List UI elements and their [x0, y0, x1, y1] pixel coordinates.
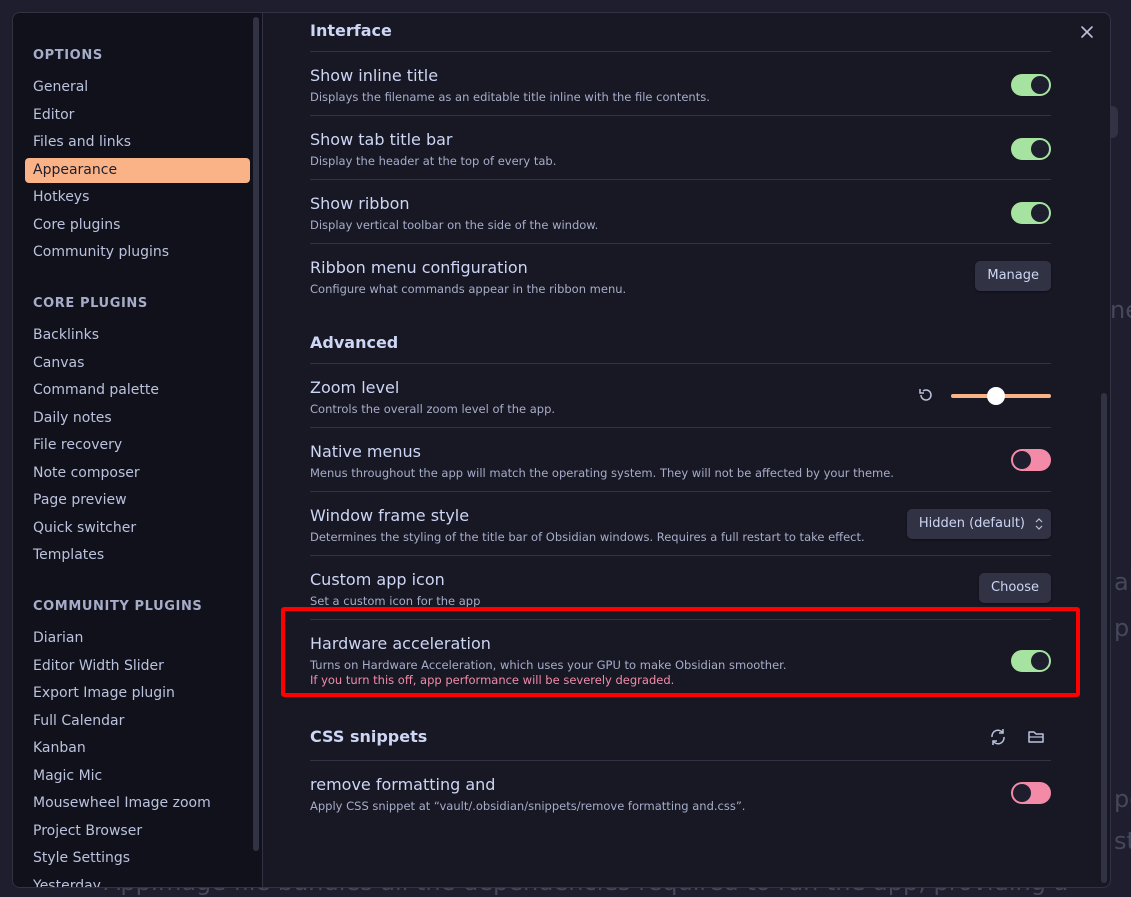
sidebar-item-editor-width-slider[interactable]: Editor Width Slider — [25, 654, 250, 679]
settings-content: Interface Show inline title Displays the… — [263, 13, 1110, 887]
sidebar-item-appearance[interactable]: Appearance — [25, 157, 250, 183]
toggle-knob — [1013, 451, 1031, 469]
setting-native-menus: Native menus Menus throughout the app wi… — [310, 427, 1051, 491]
close-icon[interactable] — [1076, 21, 1098, 43]
setting-show-ribbon: Show ribbon Display vertical toolbar on … — [310, 179, 1051, 243]
css-snippets-heading: CSS snippets — [310, 727, 428, 746]
community-plugins-group: COMMUNITY PLUGINS Diarian Editor Width S… — [25, 598, 250, 887]
toggle-knob — [1031, 140, 1049, 158]
setting-name: Native menus — [310, 442, 421, 461]
setting-description: Display the header at the top of every t… — [310, 154, 557, 168]
advanced-heading: Advanced — [310, 333, 399, 352]
sidebar-item-canvas[interactable]: Canvas — [25, 351, 250, 376]
zoom-slider[interactable] — [951, 387, 1051, 405]
core-plugins-group: CORE PLUGINS Backlinks Canvas Command pa… — [25, 295, 250, 568]
toggle-knob — [1031, 204, 1049, 222]
background-text: ak — [1114, 568, 1131, 596]
setting-name: remove formatting and — [310, 775, 496, 794]
setting-inline-title: Show inline title Displays the filename … — [310, 51, 1051, 115]
sidebar-item-daily-notes[interactable]: Daily notes — [25, 406, 250, 431]
sidebar-item-core-plugins[interactable]: Core plugins — [25, 213, 250, 238]
chevron-updown-icon — [1035, 509, 1043, 551]
folder-icon[interactable] — [1026, 727, 1046, 747]
show-ribbon-toggle[interactable] — [1011, 202, 1051, 224]
sidebar-item-general[interactable]: General — [25, 75, 250, 100]
background-text: pu — [1114, 614, 1131, 642]
sidebar-item-magic-mic[interactable]: Magic Mic — [25, 764, 250, 789]
choose-button[interactable]: Choose — [979, 573, 1051, 603]
css-snippet-toggle[interactable] — [1011, 782, 1051, 804]
setting-description: Apply CSS snippet at “vault/.obsidian/sn… — [310, 799, 746, 813]
sidebar-item-quick-switcher[interactable]: Quick switcher — [25, 516, 250, 541]
setting-description: Displays the filename as an editable tit… — [310, 90, 710, 104]
setting-description: Menus throughout the app will match the … — [310, 466, 894, 480]
options-header: OPTIONS — [33, 48, 103, 63]
reload-icon[interactable] — [988, 727, 1008, 747]
reset-icon[interactable] — [917, 386, 935, 404]
setting-description: Determines the styling of the title bar … — [310, 530, 865, 544]
settings-modal: OPTIONS General Editor Files and links A… — [12, 12, 1111, 888]
settings-sidebar: OPTIONS General Editor Files and links A… — [13, 13, 262, 887]
setting-name: Ribbon menu configuration — [310, 258, 528, 277]
sidebar-item-files-and-links[interactable]: Files and links — [25, 130, 250, 155]
setting-description: Display vertical toolbar on the side of … — [310, 218, 599, 232]
native-menus-toggle[interactable] — [1011, 449, 1051, 471]
sidebar-item-export-image-plugin[interactable]: Export Image plugin — [25, 681, 250, 706]
window-frame-select[interactable]: Hidden (default) — [906, 509, 1051, 539]
sidebar-scrollbar[interactable] — [253, 17, 259, 851]
selected-value: Hidden (default) — [918, 516, 1025, 531]
sidebar-item-hotkeys[interactable]: Hotkeys — [25, 185, 250, 210]
setting-window-frame: Window frame style Determines the stylin… — [310, 491, 1051, 555]
setting-name: Show inline title — [310, 66, 439, 85]
setting-description: Controls the overall zoom level of the a… — [310, 402, 556, 416]
sidebar-item-community-plugins[interactable]: Community plugins — [25, 240, 250, 265]
setting-name: Show ribbon — [310, 194, 410, 213]
setting-css-snippet: remove formatting and Apply CSS snippet … — [310, 760, 1051, 824]
manage-button[interactable]: Manage — [975, 261, 1051, 291]
tab-title-bar-toggle[interactable] — [1011, 138, 1051, 160]
sidebar-item-kanban[interactable]: Kanban — [25, 736, 250, 761]
setting-name: Show tab title bar — [310, 130, 453, 149]
core-plugins-header: CORE PLUGINS — [33, 296, 148, 311]
sidebar-item-note-composer[interactable]: Note composer — [25, 461, 250, 486]
sidebar-item-command-palette[interactable]: Command palette — [25, 378, 250, 403]
sidebar-item-diarian[interactable]: Diarian — [25, 626, 250, 651]
sidebar-item-editor[interactable]: Editor — [25, 103, 250, 128]
sidebar-item-yesterday[interactable]: Yesterday — [25, 874, 250, 888]
sidebar-item-mousewheel-image-zoom[interactable]: Mousewheel Image zoom — [25, 791, 250, 816]
highlight-box — [281, 607, 1080, 697]
setting-zoom-level: Zoom level Controls the overall zoom lev… — [310, 363, 1051, 427]
setting-name: Window frame style — [310, 506, 470, 525]
zoom-slider-thumb[interactable] — [987, 387, 1005, 405]
options-group: OPTIONS General Editor Files and links A… — [25, 47, 250, 265]
toggle-knob — [1031, 76, 1049, 94]
background-text: pe — [1114, 785, 1131, 813]
setting-description: Configure what commands appear in the ri… — [310, 282, 627, 296]
content-scrollbar[interactable] — [1101, 393, 1107, 883]
toggle-knob — [1013, 784, 1031, 802]
sidebar-item-style-settings[interactable]: Style Settings — [25, 846, 250, 871]
setting-description: Set a custom icon for the app — [310, 594, 481, 608]
background-text: st — [1114, 827, 1131, 855]
setting-tab-title-bar: Show tab title bar Display the header at… — [310, 115, 1051, 179]
interface-heading: Interface — [310, 21, 392, 40]
setting-ribbon-menu: Ribbon menu configuration Configure what… — [310, 243, 1051, 307]
background-text: ne — [1110, 296, 1131, 324]
inline-title-toggle[interactable] — [1011, 74, 1051, 96]
sidebar-item-templates[interactable]: Templates — [25, 543, 250, 568]
sidebar-item-backlinks[interactable]: Backlinks — [25, 323, 250, 348]
setting-name: Zoom level — [310, 378, 400, 397]
sidebar-item-full-calendar[interactable]: Full Calendar — [25, 709, 250, 734]
sidebar-item-page-preview[interactable]: Page preview — [25, 488, 250, 513]
sidebar-item-file-recovery[interactable]: File recovery — [25, 433, 250, 458]
setting-name: Custom app icon — [310, 570, 445, 589]
sidebar-item-project-browser[interactable]: Project Browser — [25, 819, 250, 844]
community-plugins-header: COMMUNITY PLUGINS — [33, 599, 203, 614]
